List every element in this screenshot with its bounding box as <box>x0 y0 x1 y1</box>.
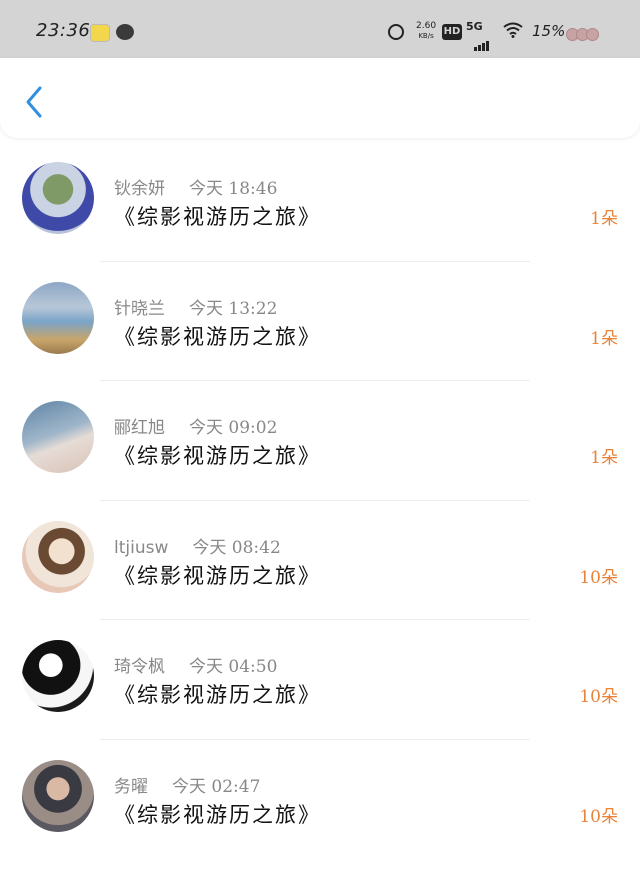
avatar[interactable] <box>22 401 94 474</box>
signal-icon <box>474 32 490 51</box>
gift-count: 10朵 <box>579 567 618 588</box>
list-item[interactable]: 琦令枫 今天 04:50 《综影视游历之旅》 10朵 <box>0 620 640 740</box>
wifi-icon <box>503 22 523 43</box>
list-item[interactable]: 针晓兰 今天 13:22 《综影视游历之旅》 1朵 <box>0 262 640 382</box>
item-meta: 钬余妍 今天 18:46 <box>114 174 277 199</box>
item-time: 今天 02:47 <box>172 776 261 797</box>
avatar[interactable] <box>22 281 94 354</box>
user-name: 针晓兰 <box>114 298 165 319</box>
book-title: 《综影视游历之旅》 <box>114 683 321 708</box>
item-meta: 琦令枫 今天 04:50 <box>114 652 277 677</box>
network-speed-value: 2.60 <box>416 21 437 31</box>
list-item[interactable]: 郦红旭 今天 09:02 《综影视游历之旅》 1朵 <box>0 381 640 501</box>
alarm-icon <box>388 24 404 40</box>
item-time: 今天 09:02 <box>189 418 278 439</box>
back-button[interactable] <box>20 80 50 120</box>
gift-count: 1朵 <box>590 448 618 469</box>
status-bar: 23:36 2.60 KB/s HD 5G 15% <box>0 0 640 58</box>
user-name: ltjiusw <box>114 537 169 558</box>
battery-icon <box>566 26 599 45</box>
gift-count: 1朵 <box>590 209 618 229</box>
list-item[interactable]: 钬余妍 今天 18:46 《综影视游历之旅》 1朵 <box>0 142 640 262</box>
battery-level: 15% <box>532 22 566 40</box>
hd-badge: HD <box>442 24 462 40</box>
gift-count: 10朵 <box>579 687 618 708</box>
gift-record-list: 钬余妍 今天 18:46 《综影视游历之旅》 1朵 针晓兰 今天 13:22 《综影… <box>0 142 640 860</box>
list-item[interactable]: 务曜 今天 02:47 《综影视游历之旅》 10朵 <box>0 740 640 860</box>
item-meta: 郦红旭 今天 09:02 <box>114 413 277 438</box>
user-name: 琦令枫 <box>114 657 165 678</box>
list-item[interactable]: ltjiusw 今天 08:42 《综影视游历之旅》 10朵 <box>0 501 640 621</box>
book-title: 《综影视游历之旅》 <box>114 563 321 588</box>
gift-count: 1朵 <box>590 328 618 349</box>
user-name: 务曜 <box>114 776 148 797</box>
wechat-icon <box>116 24 134 40</box>
avatar[interactable] <box>22 759 94 832</box>
book-title: 《综影视游历之旅》 <box>114 802 321 827</box>
header-bar <box>0 58 640 138</box>
item-meta: 针晓兰 今天 13:22 <box>114 294 277 319</box>
status-time: 23:36 <box>36 20 91 41</box>
item-time: 今天 18:46 <box>189 179 278 199</box>
book-title: 《综影视游历之旅》 <box>114 444 321 469</box>
chevron-left-icon <box>26 86 42 118</box>
avatar[interactable] <box>22 640 94 713</box>
item-meta: 务曜 今天 02:47 <box>114 772 260 797</box>
user-name: 郦红旭 <box>114 418 165 439</box>
avatar[interactable] <box>22 162 94 234</box>
gift-count: 10朵 <box>579 806 618 827</box>
user-name: 钬余妍 <box>114 179 165 199</box>
avatar[interactable] <box>22 520 94 593</box>
notification-app-icon <box>90 24 110 42</box>
network-speed: 2.60 KB/s <box>416 21 436 41</box>
book-title: 《综影视游历之旅》 <box>114 205 321 229</box>
item-meta: ltjiusw 今天 08:42 <box>114 533 281 558</box>
book-title: 《综影视游历之旅》 <box>114 324 321 349</box>
network-speed-unit: KB/s <box>418 32 434 40</box>
item-time: 今天 13:22 <box>189 298 278 319</box>
item-time: 今天 08:42 <box>192 537 281 558</box>
item-time: 今天 04:50 <box>189 657 278 678</box>
